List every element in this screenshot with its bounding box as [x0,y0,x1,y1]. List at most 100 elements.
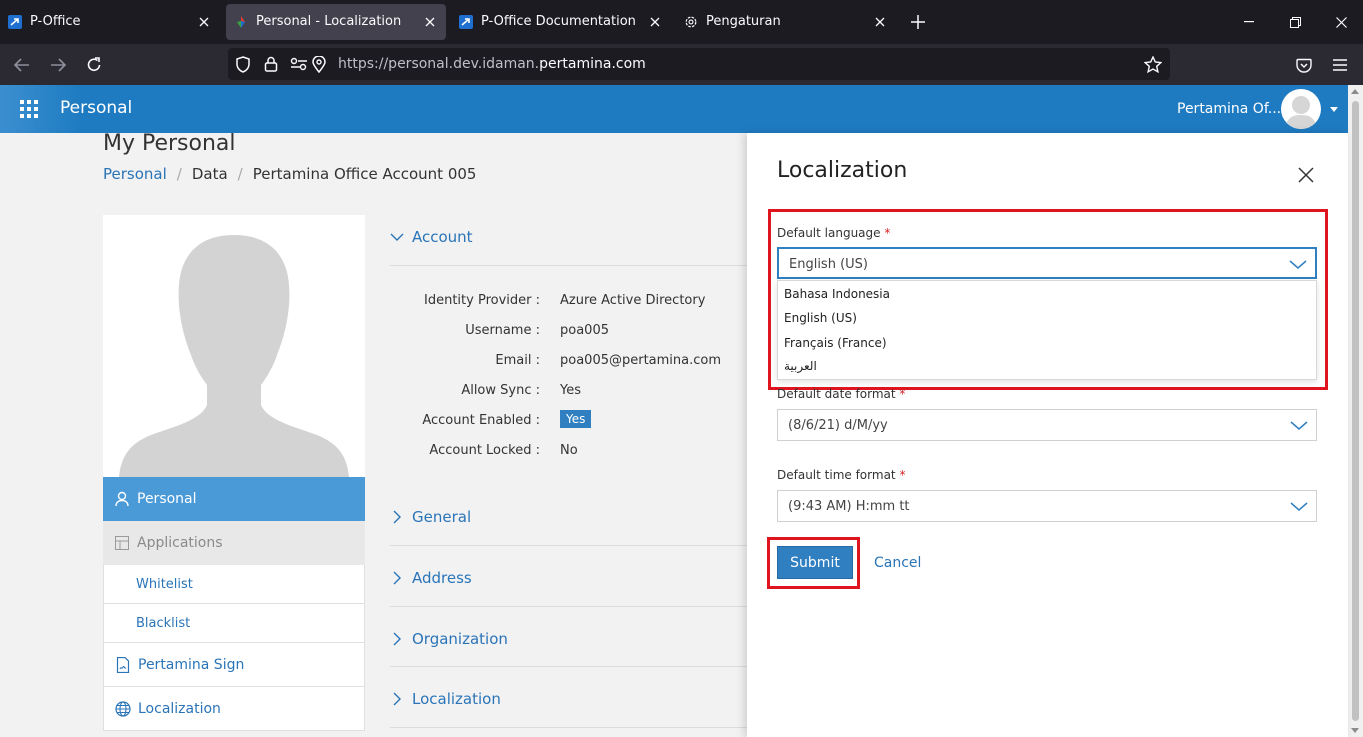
section-localization-header[interactable]: Localization [412,690,501,708]
shield-icon[interactable] [234,55,252,73]
side-menu-pertamina-sign[interactable]: Pertamina Sign [103,643,365,687]
pocket-button[interactable] [1291,52,1317,78]
tab-p-office-documentation[interactable]: P-Office Documentation [451,4,671,40]
close-icon[interactable] [1297,166,1315,184]
section-divider [390,265,750,266]
user-name[interactable]: Pertamina Of... [1177,101,1281,117]
page-title: My Personal [103,131,236,156]
section-divider [390,727,750,728]
section-organization: Organization [390,624,750,674]
language-option[interactable]: Français (France) [784,336,887,350]
p-office-icon [8,15,22,29]
date-format-select[interactable]: (8/6/21) d/M/yy [777,409,1317,441]
forward-button[interactable] [45,52,71,78]
lock-icon[interactable] [262,55,280,73]
side-menu: Personal Applications Whitelist Blacklis… [103,477,365,731]
app-launcher-icon[interactable] [19,99,39,119]
restore-button[interactable] [1272,0,1318,44]
chevron-right-icon[interactable] [390,632,404,646]
section-localization: Localization [390,684,750,734]
section-address: Address [390,563,750,613]
new-tab-button[interactable] [908,12,928,32]
scroll-down-icon[interactable] [1351,728,1359,733]
tab-personal-localization[interactable]: Personal - Localization [226,4,446,40]
menu-button[interactable] [1327,52,1353,78]
tab-title: Personal - Localization [256,14,402,29]
section-organization-header[interactable]: Organization [412,630,508,648]
side-menu-label: Whitelist [136,576,193,592]
section-account: Account [390,222,750,272]
profile-photo [103,215,365,477]
restore-icon [1289,16,1301,28]
side-menu-blacklist[interactable]: Blacklist [103,604,365,643]
section-general-header[interactable]: General [412,508,471,526]
language-option[interactable]: العربية [784,359,817,373]
tab-p-office[interactable]: P-Office [0,4,220,40]
side-menu-localization[interactable]: Localization [103,687,365,731]
chevron-right-icon[interactable] [390,692,404,706]
account-value: poa005 [560,323,609,338]
language-select[interactable]: English (US) [777,247,1317,279]
section-address-header[interactable]: Address [412,569,472,587]
language-option[interactable]: Bahasa Indonesia [784,287,890,301]
url-text: https://personal.dev.idaman.pertamina.co… [338,56,646,72]
chevron-down-icon [1290,421,1308,430]
pertamina-icon [234,15,248,29]
scroll-up-icon[interactable] [1351,89,1359,94]
section-account-header[interactable]: Account [412,228,473,246]
language-option[interactable]: English (US) [784,311,857,325]
account-key: Allow Sync : [461,383,540,398]
chevron-right-icon[interactable] [390,510,404,524]
applications-icon [113,534,131,552]
hamburger-menu-icon [1333,59,1347,71]
account-value: poa005@pertamina.com [560,353,722,368]
user-menu-caret-icon[interactable] [1330,107,1338,112]
side-menu-whitelist[interactable]: Whitelist [103,565,365,604]
submit-button[interactable]: Submit [777,546,853,579]
browser-tab-bar: P-Office Personal - Localization P-Offic… [0,0,1363,44]
close-tab-icon[interactable] [194,12,214,32]
close-window-button[interactable] [1318,0,1363,44]
close-icon [1335,16,1347,28]
breadcrumb-personal[interactable]: Personal [103,165,167,183]
language-label: Default language * [777,226,890,240]
cancel-button[interactable]: Cancel [874,555,921,571]
chevron-down-icon[interactable] [390,230,404,244]
side-menu-label: Pertamina Sign [138,656,245,673]
account-key: Account Enabled : [422,413,540,428]
reload-button[interactable] [81,52,107,78]
tab-pengaturan[interactable]: Pengaturan [676,4,896,40]
bookmark-star-icon[interactable] [1144,55,1162,73]
tab-title: P-Office Documentation [481,14,636,29]
breadcrumb-account: Pertamina Office Account 005 [252,165,477,183]
section-divider [390,545,750,546]
avatar[interactable] [1281,89,1321,129]
side-menu-label: Personal [137,491,197,507]
account-key: Account Locked : [429,443,540,458]
close-tab-icon[interactable] [420,12,440,32]
arrow-left-icon [14,58,29,72]
account-value: No [560,443,578,458]
section-divider [390,666,750,667]
page-scrollbar[interactable] [1348,85,1363,737]
location-icon[interactable] [310,55,328,73]
minimize-button[interactable] [1226,0,1272,44]
section-general: General [390,502,750,552]
time-format-select[interactable]: (9:43 AM) H:mm tt [777,490,1317,522]
back-button[interactable] [9,52,35,78]
app-title[interactable]: Personal [60,98,132,118]
status-badge: Yes [560,410,592,428]
close-tab-icon[interactable] [870,12,890,32]
user-silhouette-icon [119,235,349,477]
permissions-icon[interactable] [290,55,308,73]
side-menu-personal[interactable]: Personal [103,477,365,521]
close-tab-icon[interactable] [645,12,665,32]
url-domain: pertamina.com [539,56,646,72]
language-label-text: Default language [777,226,881,240]
required-mark: * [899,468,906,482]
chevron-right-icon[interactable] [390,571,404,585]
tab-title: Pengaturan [706,14,781,29]
scrollbar-thumb[interactable] [1352,101,1359,721]
account-key: Email : [495,353,540,368]
address-bar[interactable]: https://personal.dev.idaman.pertamina.co… [228,48,1170,80]
